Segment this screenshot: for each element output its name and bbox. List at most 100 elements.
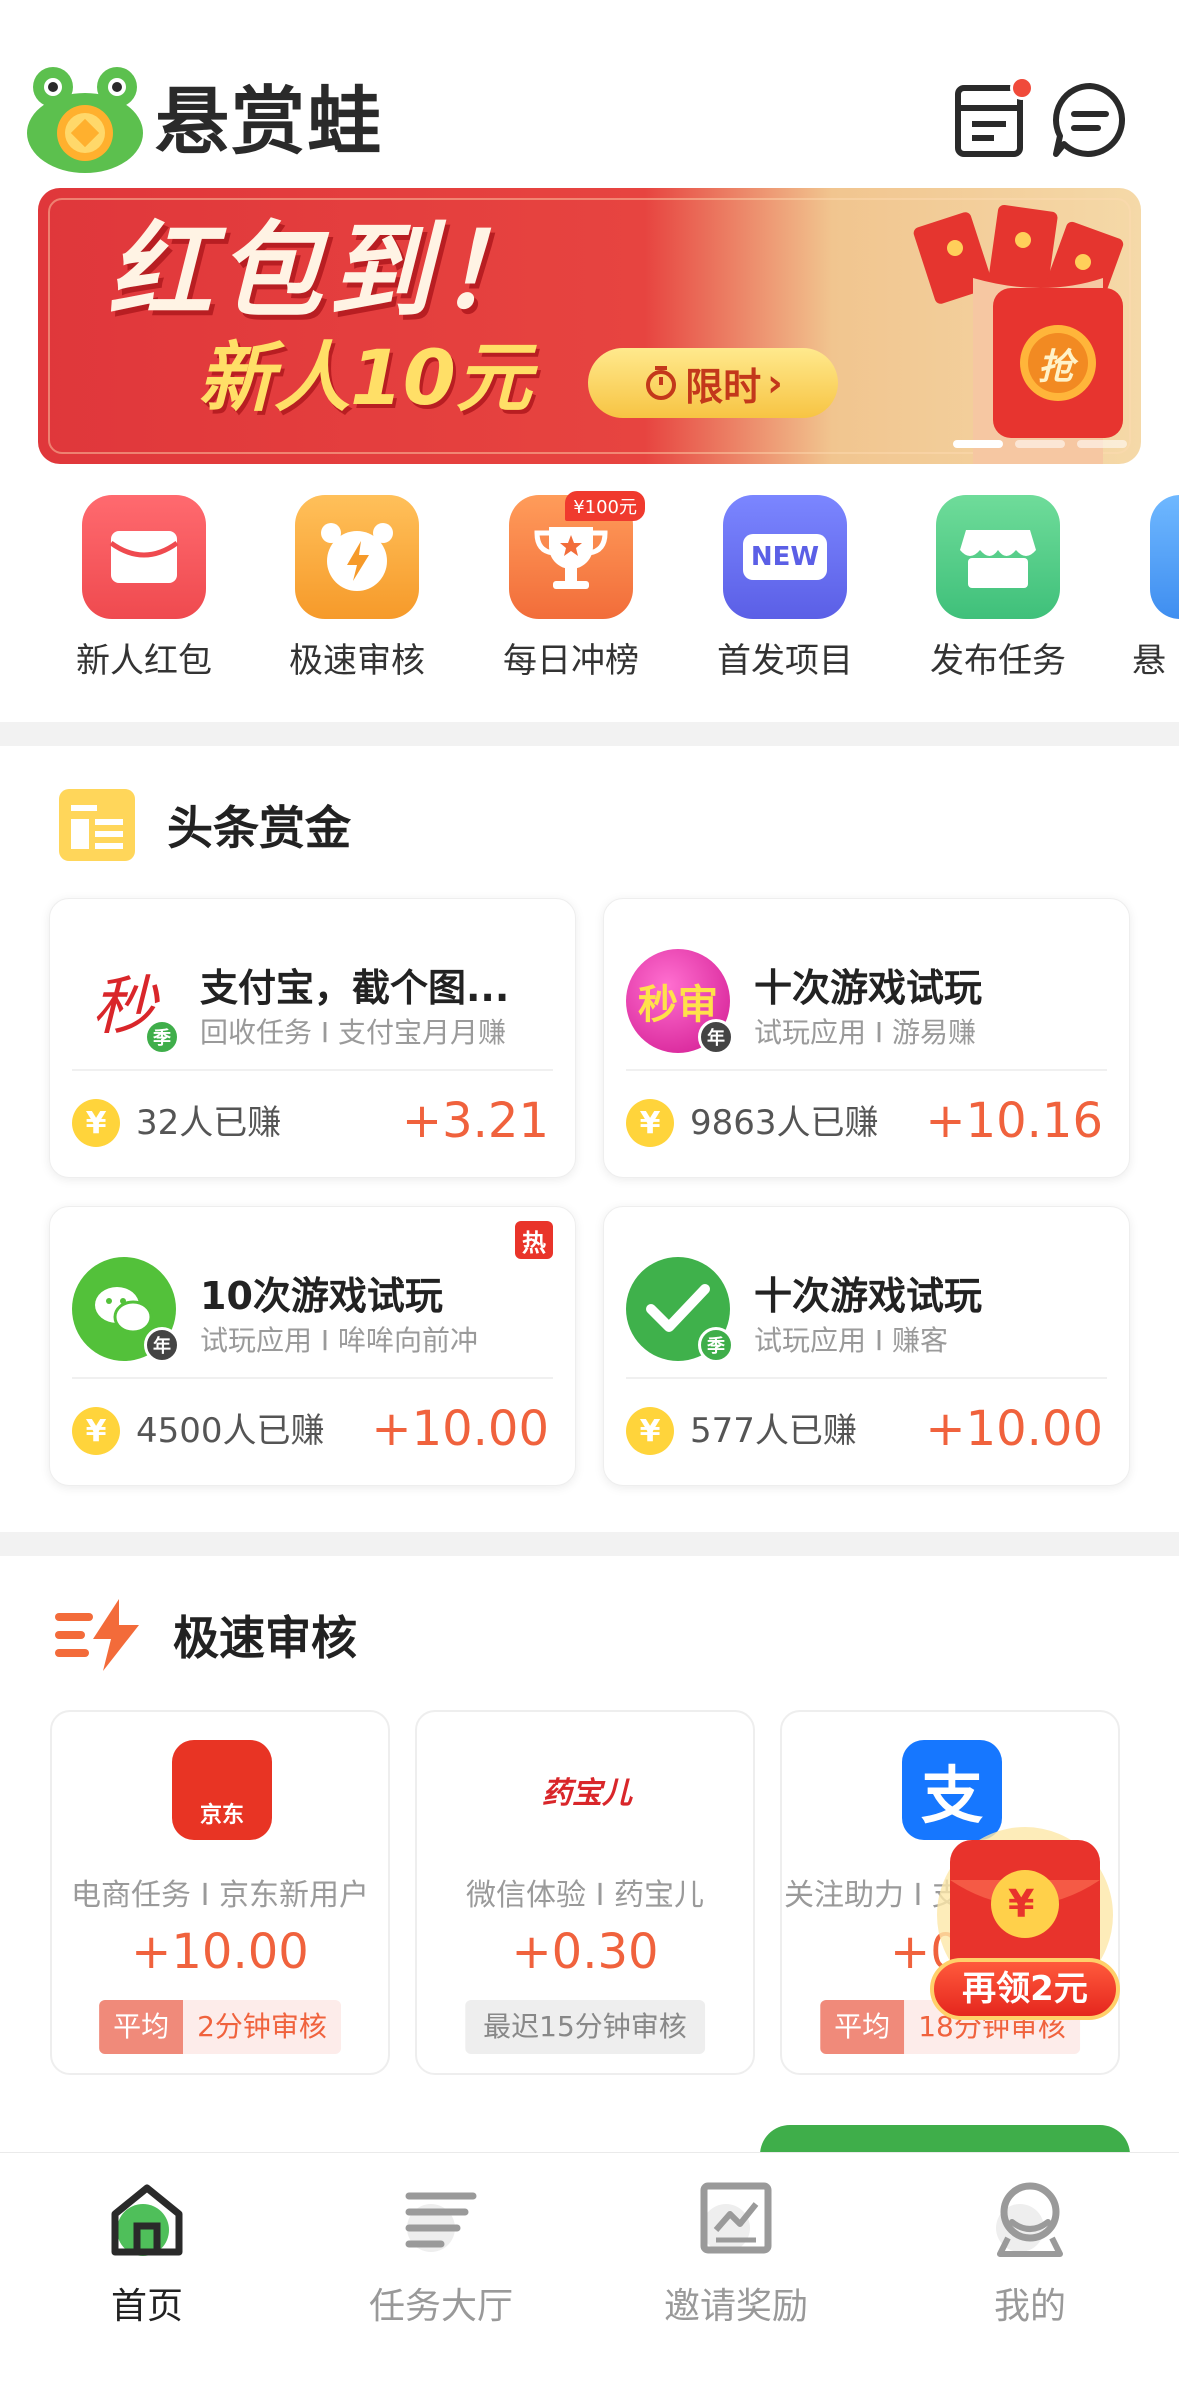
earned-count: 577人已赚 — [690, 1411, 857, 1451]
quick-action-label: 发布任务 — [930, 641, 1066, 681]
quick-action-label: 新人红包 — [76, 641, 212, 681]
shop-icon — [936, 495, 1060, 619]
carousel-dot — [1077, 440, 1127, 448]
frog-logo-icon — [25, 65, 145, 175]
banner-subtitle: 新人10元 — [198, 333, 532, 422]
coin-icon: ¥ — [72, 1407, 120, 1455]
carousel-dot — [1015, 440, 1065, 448]
quick-action-newbie-envelope[interactable]: 新人红包 — [64, 495, 224, 682]
reward-amount: +10.00 — [925, 1401, 1103, 1457]
logo-text: 药宝儿 — [542, 1776, 632, 1811]
home-icon — [102, 2173, 192, 2263]
headline-section-header: 头条赏金 — [55, 780, 351, 870]
logo-badge: 年 — [144, 1327, 180, 1363]
bounty-card[interactable]: 季 十次游戏试玩 试玩应用 I 赚客 ¥ 577人已赚 +10.00 — [603, 1206, 1130, 1486]
jd-logo-icon: 京东 — [172, 1740, 272, 1840]
tab-invite-reward[interactable]: 邀请奖励 — [636, 2173, 836, 2329]
coin-icon: ¥ — [626, 1407, 674, 1455]
tab-task-hall[interactable]: 任务大厅 — [341, 2173, 541, 2329]
task-list-icon — [396, 2173, 486, 2263]
tab-label: 我的 — [993, 2286, 1066, 2327]
tag-label: 平均 — [820, 2000, 905, 2054]
tag-label: 平均 — [99, 2000, 184, 2054]
lightning-icon — [55, 1599, 139, 1671]
card-subtitle: 电商任务 I 京东新用户 — [71, 1878, 369, 1913]
section-divider — [0, 722, 1179, 746]
bounty-card[interactable]: 秒审 年 十次游戏试玩 试玩应用 I 游易赚 ¥ 9863人已赚 +10.16 — [603, 898, 1130, 1178]
card-divider — [72, 1069, 553, 1071]
card-title: 十次游戏试玩 — [754, 1274, 983, 1318]
tag-value: 2分钟审核 — [183, 2000, 341, 2054]
quick-action-partial[interactable]: 悬 — [1132, 495, 1179, 682]
reward-amount: +10.16 — [925, 1093, 1103, 1149]
card-subtitle: 微信体验 I 药宝儿 — [466, 1878, 704, 1913]
new-icon-text: NEW — [742, 534, 828, 580]
card-divider — [626, 1069, 1107, 1071]
tab-label: 邀请奖励 — [663, 2286, 808, 2327]
quick-action-post-task[interactable]: 发布任务 — [918, 495, 1078, 682]
app-header: 悬赏蛙 — [0, 0, 1179, 185]
review-time-tag: 平均 2分钟审核 — [99, 2000, 341, 2054]
reward-amount: +3.21 — [401, 1093, 549, 1149]
quick-action-daily-rank[interactable]: ¥100元 每日冲榜 — [491, 491, 651, 682]
tab-home[interactable]: 首页 — [47, 2173, 247, 2329]
chevron-right-icon: › — [767, 361, 783, 405]
wechat-logo-icon: 年 — [72, 1257, 180, 1363]
claim-2-yuan-button[interactable]: 再领2元 — [930, 1958, 1120, 2020]
chat-bubble-icon — [1053, 83, 1126, 157]
banner-title: 红包到！ — [108, 210, 549, 332]
reward-amount: +10.00 — [131, 1924, 309, 1980]
task-logo-icon: 秒审 年 — [626, 949, 734, 1055]
card-title: 支付宝，截个图... — [200, 966, 510, 1010]
promo-banner[interactable]: 红包到！ 新人10元 限时 › 抢 — [38, 188, 1141, 464]
card-subtitle: 试玩应用 I 赚客 — [754, 1324, 949, 1357]
card-subtitle: 试玩应用 I 游易赚 — [754, 1016, 977, 1049]
bottom-navigation: 首页 任务大厅 邀请奖励 我的 — [0, 2152, 1179, 2386]
card-title: 十次游戏试玩 — [754, 966, 983, 1010]
fast-review-card[interactable]: 药宝儿 微信体验 I 药宝儿 +0.30 最迟15分钟审核 — [415, 1710, 755, 2075]
bounty-card[interactable]: 秒 季 支付宝，截个图... 回收任务 I 支付宝月月赚 ¥ 32人已赚 +3.… — [49, 898, 576, 1178]
fast-review-card[interactable]: 京东 电商任务 I 京东新用户 +10.00 平均 2分钟审核 — [50, 1710, 390, 2075]
app-name: 悬赏蛙 — [155, 79, 383, 165]
quick-action-label: 首发项目 — [717, 641, 853, 681]
quick-action-premiere[interactable]: NEW 首发项目 — [705, 495, 865, 682]
earned-count: 9863人已赚 — [690, 1103, 879, 1143]
yaobaoer-logo-icon: 药宝儿 — [537, 1740, 637, 1840]
timer-icon — [646, 366, 677, 400]
partial-icon — [1150, 495, 1179, 619]
quick-action-label: 极速审核 — [289, 641, 425, 681]
quick-action-label: 每日冲榜 — [503, 641, 639, 681]
chat-button[interactable] — [1050, 80, 1130, 160]
envelope-icon — [82, 495, 206, 619]
floating-red-envelope[interactable]: ¥ 再领2元 — [920, 1820, 1130, 2040]
fast-review-section-header: 极速审核 — [55, 1590, 357, 1680]
user-icon — [985, 2173, 1075, 2263]
task-logo-icon: 秒 季 — [72, 949, 180, 1055]
envelope-coin: ¥ — [1008, 1882, 1035, 1926]
limited-time-button[interactable]: 限时 › — [588, 348, 838, 418]
chart-icon — [691, 2173, 781, 2263]
tab-label: 任务大厅 — [368, 2286, 513, 2327]
red-envelope-illustration: 抢 — [883, 188, 1141, 464]
tab-label: 首页 — [110, 2286, 183, 2327]
unread-dot — [1010, 76, 1034, 100]
newspaper-icon — [59, 789, 135, 861]
card-title: 10次游戏试玩 — [200, 1274, 443, 1318]
logo-text: 京东 — [199, 1803, 244, 1828]
checkmark-logo-icon: 季 — [626, 1257, 734, 1363]
earned-count: 4500人已赚 — [136, 1411, 325, 1451]
earned-count: 32人已赚 — [136, 1103, 282, 1143]
section-title: 极速审核 — [173, 1611, 357, 1665]
alarm-clock-icon — [295, 495, 419, 619]
quick-action-fast-review[interactable]: 极速审核 — [277, 495, 437, 682]
bounty-card[interactable]: 热 年 10次游戏试玩 试玩应用 I 哞哞向前冲 ¥ 4500人已赚 +10.0… — [49, 1206, 576, 1486]
card-divider — [72, 1377, 553, 1379]
tab-mine[interactable]: 我的 — [930, 2173, 1130, 2329]
trophy-icon: ¥100元 — [509, 491, 645, 619]
message-button[interactable] — [950, 76, 1034, 160]
logo-badge: 季 — [698, 1327, 734, 1363]
limited-time-label: 限时 — [685, 364, 762, 409]
logo-badge: 年 — [698, 1019, 734, 1055]
section-title: 头条赏金 — [167, 801, 351, 855]
card-subtitle: 回收任务 I 支付宝月月赚 — [200, 1016, 507, 1049]
